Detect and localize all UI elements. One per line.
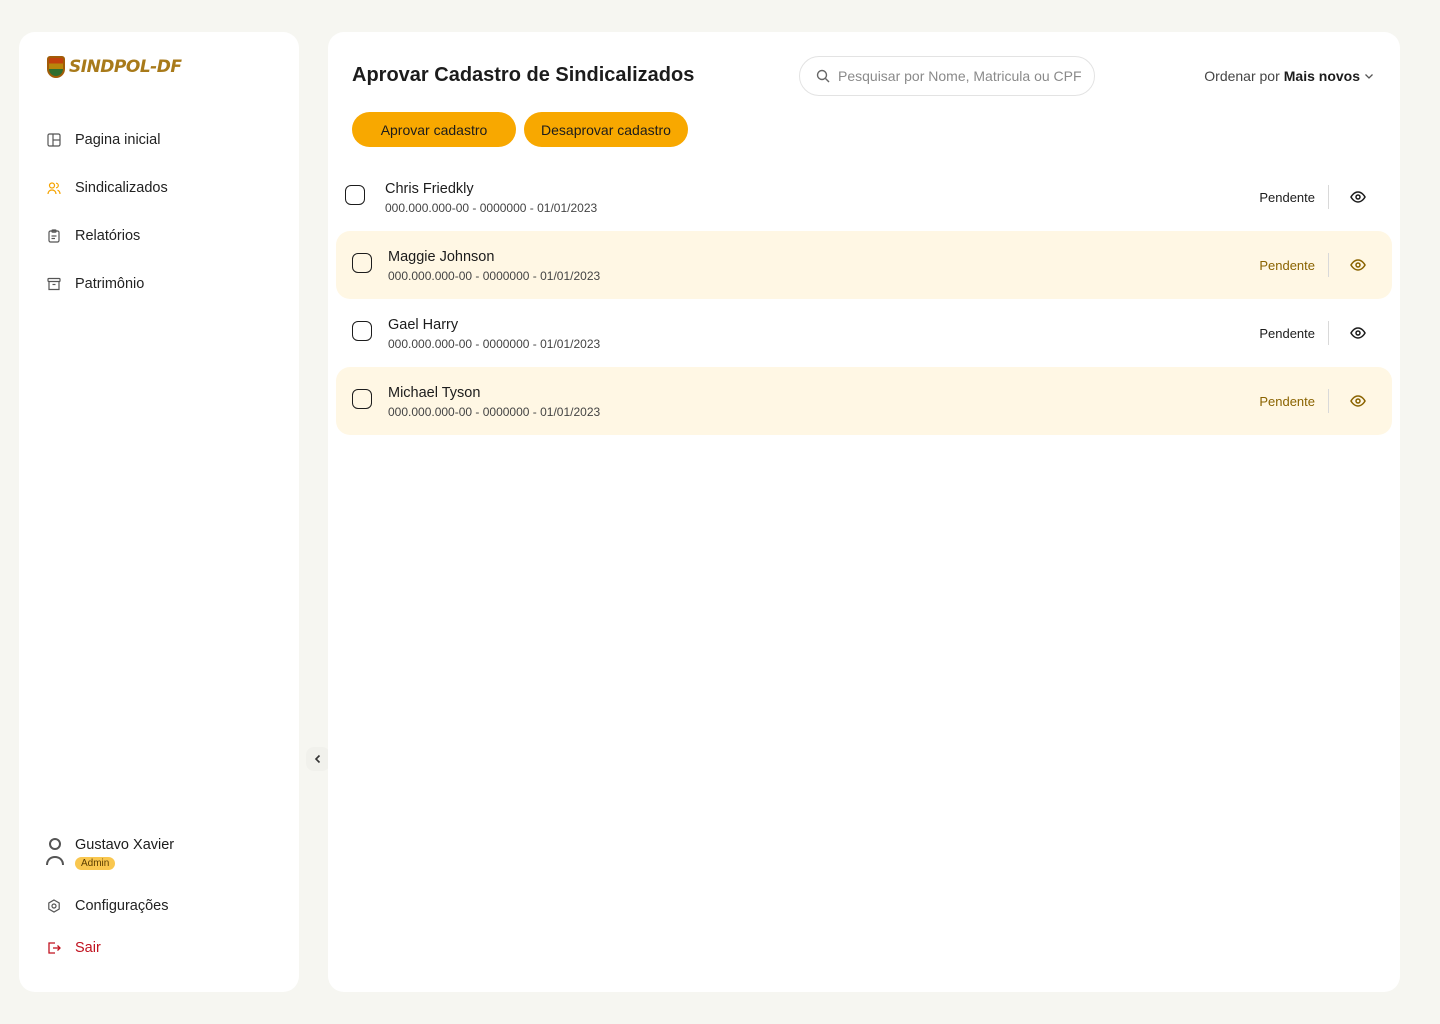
role-badge: Admin: [75, 857, 116, 870]
main-panel: Aprovar Cadastro de Sindicalizados Orden…: [328, 32, 1400, 992]
member-meta: 000.000.000-00 - 0000000 - 01/01/2023: [385, 201, 598, 215]
member-name: Michael Tyson: [388, 385, 481, 401]
settings-label: Configurações: [75, 898, 169, 914]
search-bar[interactable]: [799, 56, 1095, 96]
sidebar-item-home[interactable]: Pagina inicial: [47, 116, 277, 164]
sort-value: Mais novos: [1283, 68, 1360, 84]
list-item[interactable]: Chris Friedkly 000.000.000-00 - 0000000 …: [336, 163, 1392, 231]
settings-link[interactable]: Configurações: [47, 885, 169, 927]
bottom-nav: Configurações Sair: [47, 885, 169, 969]
eye-icon: [1350, 327, 1366, 339]
member-name: Chris Friedkly: [385, 181, 474, 197]
divider: [1328, 321, 1329, 345]
sidebar-item-label: Pagina inicial: [75, 132, 161, 148]
chevron-left-icon: [314, 754, 321, 764]
sort-dropdown[interactable]: Ordenar por Mais novos: [1204, 68, 1374, 84]
divider: [1328, 389, 1329, 413]
reject-button[interactable]: Desaprovar cadastro: [524, 112, 688, 147]
eye-icon: [1350, 191, 1366, 203]
status-text: Pendente: [1259, 190, 1315, 205]
sort-prefix: Ordenar por: [1204, 68, 1280, 84]
sidebar: SINDPOL-DF Pagina inicial Sindicalizados…: [19, 32, 330, 992]
sidebar-item-relatorios[interactable]: Relatórios: [47, 212, 277, 260]
archive-icon: [47, 277, 61, 291]
layout-icon: [47, 133, 61, 147]
row-checkbox[interactable]: [352, 253, 372, 273]
view-button[interactable]: [1350, 326, 1366, 340]
user-profile[interactable]: Gustavo Xavier Admin: [45, 836, 174, 871]
page-title: Aprovar Cadastro de Sindicalizados: [352, 64, 695, 86]
view-button[interactable]: [1350, 190, 1366, 204]
member-meta: 000.000.000-00 - 0000000 - 01/01/2023: [388, 269, 601, 283]
eye-icon: [1350, 259, 1366, 271]
status-text: Pendente: [1259, 326, 1315, 341]
settings-icon: [47, 899, 61, 913]
list-item[interactable]: Maggie Johnson 000.000.000-00 - 0000000 …: [336, 231, 1392, 299]
divider: [1328, 253, 1329, 277]
logout-label: Sair: [75, 940, 101, 956]
member-meta: 000.000.000-00 - 0000000 - 01/01/2023: [388, 337, 601, 351]
row-checkbox[interactable]: [345, 185, 365, 205]
avatar-icon: [45, 836, 65, 871]
logout-link[interactable]: Sair: [47, 927, 169, 969]
search-input[interactable]: [838, 68, 1088, 84]
status-text: Pendente: [1259, 258, 1315, 273]
view-button[interactable]: [1350, 258, 1366, 272]
member-list: Chris Friedkly 000.000.000-00 - 0000000 …: [336, 163, 1392, 435]
sidebar-item-patrimonio[interactable]: Patrimônio: [47, 260, 277, 308]
view-button[interactable]: [1350, 394, 1366, 408]
sidebar-nav: Pagina inicial Sindicalizados Relatórios…: [47, 116, 277, 308]
sidebar-item-label: Relatórios: [75, 228, 141, 244]
list-item[interactable]: Gael Harry 000.000.000-00 - 0000000 - 01…: [336, 299, 1392, 367]
list-item[interactable]: Michael Tyson 000.000.000-00 - 0000000 -…: [336, 367, 1392, 435]
brand-logo[interactable]: SINDPOL-DF: [47, 56, 182, 78]
logout-icon: [47, 941, 61, 955]
collapse-sidebar-button[interactable]: [306, 747, 330, 771]
divider: [1328, 185, 1329, 209]
member-meta: 000.000.000-00 - 0000000 - 01/01/2023: [388, 405, 601, 419]
member-name: Gael Harry: [388, 317, 459, 333]
brand-name: SINDPOL-DF: [69, 57, 182, 77]
sidebar-item-sindicalizados[interactable]: Sindicalizados: [47, 164, 277, 212]
row-checkbox[interactable]: [352, 389, 372, 409]
crest-icon: [47, 56, 65, 78]
sidebar-item-label: Patrimônio: [75, 276, 145, 292]
eye-icon: [1350, 395, 1366, 407]
status-text: Pendente: [1259, 394, 1315, 409]
user-name: Gustavo Xavier: [75, 837, 175, 853]
member-name: Maggie Johnson: [388, 249, 495, 265]
approve-button[interactable]: Aprovar cadastro: [352, 112, 516, 147]
clipboard-icon: [47, 229, 61, 243]
sidebar-item-label: Sindicalizados: [75, 180, 168, 196]
users-icon: [47, 181, 61, 195]
chevron-down-icon: [1365, 74, 1373, 79]
row-checkbox[interactable]: [352, 321, 372, 341]
search-icon: [816, 69, 830, 83]
